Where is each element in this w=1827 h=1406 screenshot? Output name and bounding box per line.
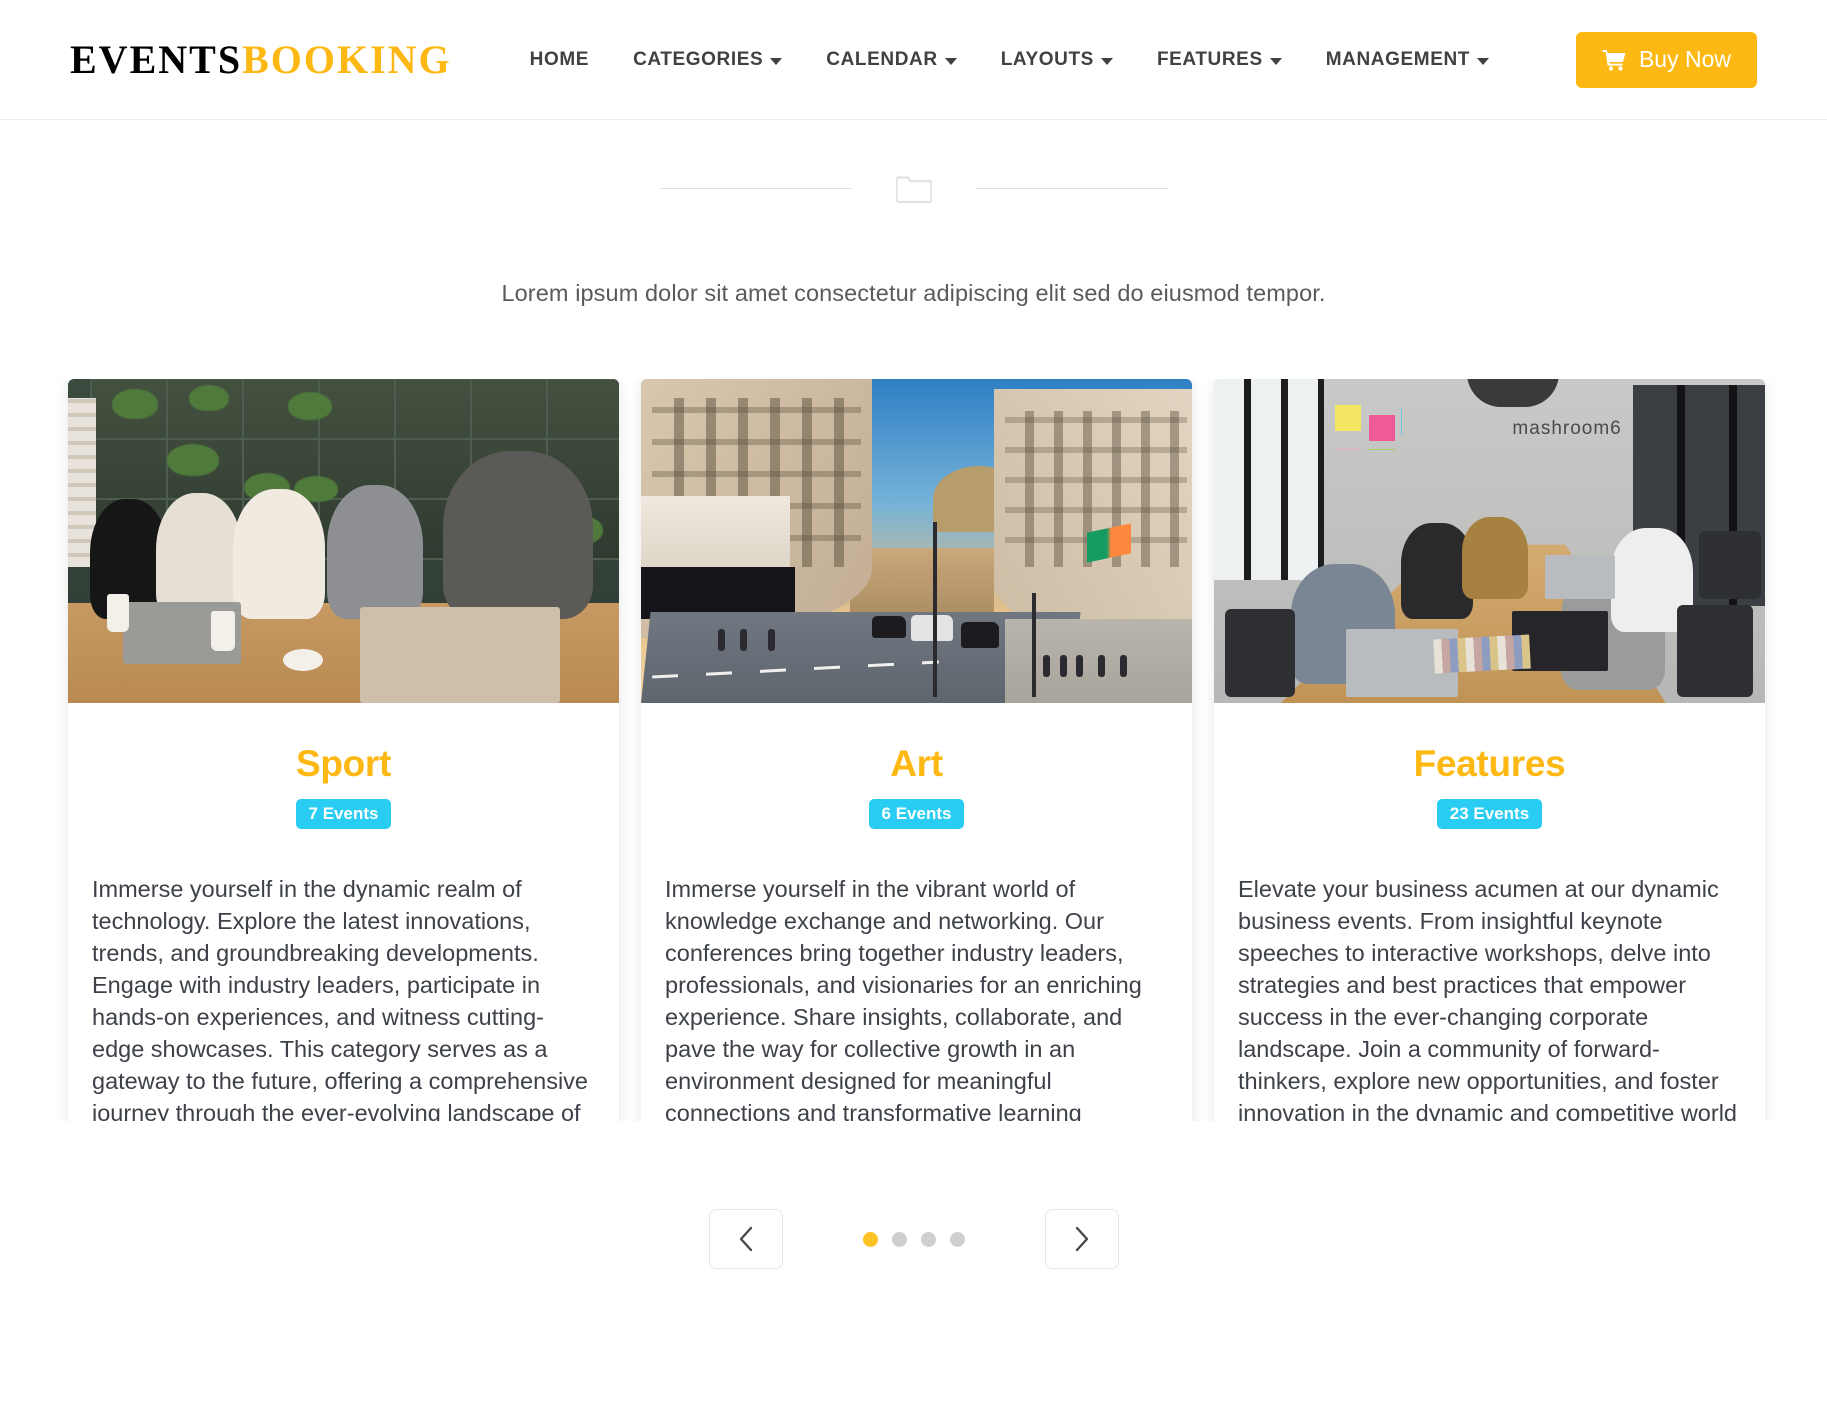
carousel-viewport: Sport 7 Events Immerse yourself in the d… bbox=[0, 379, 1827, 1219]
carousel-dot-4[interactable] bbox=[949, 1231, 965, 1247]
carousel-dot-3[interactable] bbox=[920, 1231, 936, 1247]
carousel-controls bbox=[0, 1209, 1827, 1269]
office-sign-text: mashroom6 bbox=[1512, 417, 1622, 439]
nav-item-categories-label: CATEGORIES bbox=[633, 48, 764, 70]
chevron-left-icon bbox=[739, 1226, 752, 1252]
folder-icon bbox=[895, 176, 932, 204]
chevron-down-icon bbox=[1269, 57, 1282, 65]
nav-item-calendar-label: CALENDAR bbox=[826, 48, 938, 70]
nav-item-management-label: MANAGEMENT bbox=[1325, 48, 1471, 70]
category-card-art[interactable]: Art 6 Events Immerse yourself in the vib… bbox=[641, 379, 1192, 1200]
nav-item-home-label: HOME bbox=[529, 48, 590, 70]
chevron-down-icon bbox=[944, 57, 957, 65]
chevron-down-icon bbox=[1100, 57, 1113, 65]
category-card-image: mashroom6 bbox=[1214, 379, 1765, 703]
category-card-title: Sport bbox=[295, 743, 392, 784]
brand-logo-part1: EVENTS bbox=[70, 37, 243, 82]
chevron-down-icon bbox=[770, 57, 783, 65]
carousel-next-button[interactable] bbox=[1044, 1209, 1119, 1269]
brand-logo-part2: BOOKING bbox=[242, 37, 452, 82]
nav-item-layouts-label: LAYOUTS bbox=[1000, 48, 1094, 70]
shopping-cart-icon bbox=[1602, 49, 1626, 71]
category-card-features[interactable]: mashroom6 Features 23 Events Elevate you… bbox=[1214, 379, 1765, 1200]
nav-item-features[interactable]: FEATURES bbox=[1157, 49, 1282, 71]
nav-item-layouts[interactable]: LAYOUTS bbox=[1001, 49, 1113, 71]
main-navigation: HOME CATEGORIES CALENDAR LAYOUTS FEATURE… bbox=[530, 48, 1490, 71]
section-subtitle: Lorem ipsum dolor sit amet consectetur a… bbox=[501, 280, 1326, 306]
carousel-dots bbox=[862, 1231, 965, 1247]
categories-carousel: Sport 7 Events Immerse yourself in the d… bbox=[0, 379, 1827, 1269]
buy-now-button[interactable]: Buy Now bbox=[1575, 31, 1757, 88]
nav-item-home[interactable]: HOME bbox=[530, 49, 589, 71]
divider-line-right bbox=[975, 187, 1168, 189]
section-header: Lorem ipsum dolor sit amet consectetur a… bbox=[0, 120, 1827, 307]
chevron-right-icon bbox=[1075, 1226, 1088, 1252]
category-card-image bbox=[68, 379, 619, 703]
category-card-title: Art bbox=[890, 743, 943, 784]
carousel-prev-button[interactable] bbox=[708, 1209, 783, 1269]
nav-item-categories[interactable]: CATEGORIES bbox=[633, 48, 783, 71]
category-card-badge: 23 Events bbox=[1436, 799, 1543, 829]
carousel-dot-2[interactable] bbox=[891, 1231, 907, 1247]
site-header: EVENTS BOOKING HOME CATEGORIES CALENDAR L… bbox=[0, 0, 1827, 120]
category-card-badge: 7 Events bbox=[295, 799, 392, 829]
nav-item-features-label: FEATURES bbox=[1156, 48, 1263, 70]
nav-item-calendar[interactable]: CALENDAR bbox=[826, 48, 957, 71]
buy-now-label: Buy Now bbox=[1638, 46, 1731, 72]
category-card-image bbox=[641, 379, 1192, 703]
category-card-badge: 6 Events bbox=[868, 799, 965, 829]
nav-item-management[interactable]: MANAGEMENT bbox=[1325, 48, 1490, 71]
chevron-down-icon bbox=[1477, 57, 1490, 65]
category-card-sport[interactable]: Sport 7 Events Immerse yourself in the d… bbox=[68, 379, 619, 1200]
category-card-title: Features bbox=[1413, 743, 1566, 784]
carousel-dot-1[interactable] bbox=[862, 1231, 878, 1247]
carousel-track: Sport 7 Events Immerse yourself in the d… bbox=[68, 379, 1765, 1200]
brand-logo[interactable]: EVENTS BOOKING bbox=[70, 36, 452, 83]
section-divider bbox=[0, 172, 1827, 204]
divider-line-left bbox=[659, 187, 852, 189]
